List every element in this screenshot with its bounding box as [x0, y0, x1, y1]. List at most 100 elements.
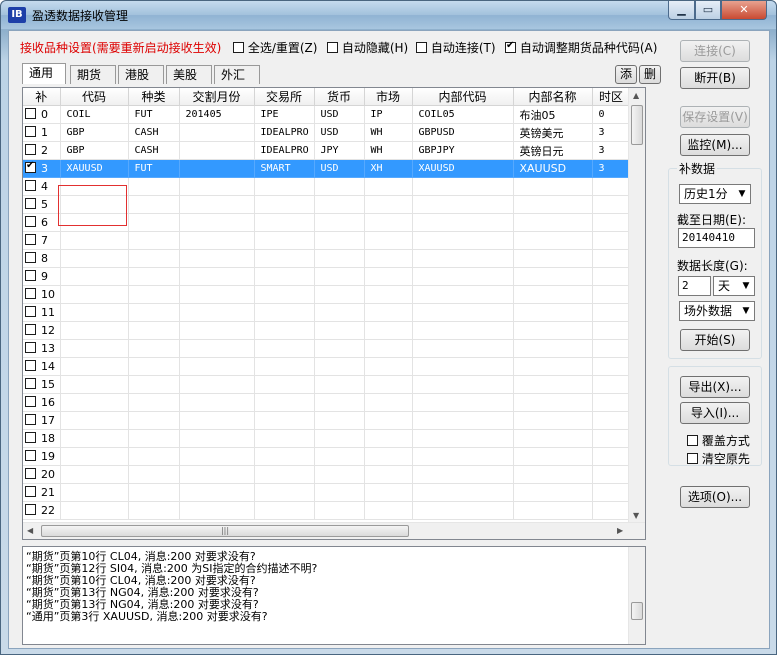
- table-row[interactable]: 1 GBP CASH IDEALPRO USD WH GBPUSD 英镑美元 3: [23, 123, 631, 142]
- cell-expiry[interactable]: [179, 375, 255, 394]
- row-checkbox[interactable]: [25, 450, 36, 461]
- auto-hide-checkbox[interactable]: [327, 42, 338, 53]
- cell-inner-name[interactable]: [513, 321, 593, 340]
- chevron-down-icon[interactable]: ▼: [738, 302, 754, 320]
- cell-type[interactable]: [128, 267, 180, 286]
- row-fill-cell[interactable]: 17: [23, 411, 61, 430]
- cell-code[interactable]: [60, 411, 129, 430]
- cell-currency[interactable]: [314, 339, 365, 358]
- cell-exchange[interactable]: [254, 213, 315, 232]
- cell-inner-code[interactable]: [412, 285, 514, 304]
- row-fill-cell[interactable]: 14: [23, 357, 61, 376]
- cell-exchange[interactable]: [254, 447, 315, 466]
- row-checkbox[interactable]: [25, 468, 36, 479]
- col-type[interactable]: 种类: [128, 88, 180, 106]
- row-checkbox[interactable]: [25, 360, 36, 371]
- cell-expiry[interactable]: [179, 303, 255, 322]
- cell-code[interactable]: [60, 429, 129, 448]
- cell-exchange[interactable]: [254, 357, 315, 376]
- cell-inner-name[interactable]: 布油05: [513, 105, 593, 124]
- cell-market[interactable]: [364, 195, 413, 214]
- cell-market[interactable]: [364, 285, 413, 304]
- cell-code[interactable]: [60, 393, 129, 412]
- cell-code[interactable]: [60, 447, 129, 466]
- col-exchange[interactable]: 交易所: [254, 88, 315, 106]
- cell-inner-name[interactable]: 英镑日元: [513, 141, 593, 160]
- vertical-scrollbar[interactable]: ▲ ▼: [628, 88, 645, 523]
- cell-exchange[interactable]: IDEALPRO: [254, 123, 315, 142]
- cell-inner-code[interactable]: [412, 213, 514, 232]
- cell-inner-code[interactable]: [412, 339, 514, 358]
- table-row[interactable]: 3XAUUSDFUTSMARTUSDXHXAUUSDXAUUSD3: [23, 159, 631, 178]
- col-inner-code[interactable]: 内部代码: [412, 88, 514, 106]
- cell-tz[interactable]: [592, 483, 631, 502]
- tab-hk-stocks[interactable]: 港股: [118, 65, 164, 84]
- row-fill-cell[interactable]: 9: [23, 267, 61, 286]
- cell-tz[interactable]: [592, 357, 631, 376]
- cell-type[interactable]: [128, 393, 180, 412]
- overwrite-check[interactable]: 覆盖方式: [687, 432, 750, 449]
- cell-inner-name[interactable]: 英镑美元: [513, 123, 593, 142]
- cell-expiry[interactable]: [179, 501, 255, 520]
- cell-expiry[interactable]: [179, 177, 255, 196]
- cell-code[interactable]: [60, 501, 129, 520]
- cell-inner-code[interactable]: COIL05: [412, 105, 514, 124]
- table-row[interactable]: 18: [23, 429, 631, 448]
- row-checkbox[interactable]: [25, 486, 36, 497]
- cell-currency[interactable]: [314, 177, 365, 196]
- cell-type[interactable]: [128, 303, 180, 322]
- cell-tz[interactable]: [592, 429, 631, 448]
- table-row[interactable]: 2 GBP CASH IDEALPRO JPY WH GBPJPY 英镑日元 3: [23, 141, 631, 160]
- cell-exchange[interactable]: [254, 393, 315, 412]
- scroll-right-icon[interactable]: ▶: [617, 526, 623, 535]
- cell-code[interactable]: [60, 267, 129, 286]
- cell-market[interactable]: [364, 411, 413, 430]
- cell-currency[interactable]: [314, 303, 365, 322]
- cell-tz[interactable]: 3: [592, 159, 631, 178]
- row-fill-cell[interactable]: 8: [23, 249, 61, 268]
- cell-expiry[interactable]: [179, 483, 255, 502]
- cell-market[interactable]: [364, 249, 413, 268]
- cell-type[interactable]: [128, 195, 180, 214]
- cell-inner-code[interactable]: [412, 411, 514, 430]
- cell-exchange[interactable]: [254, 285, 315, 304]
- cell-market[interactable]: [364, 303, 413, 322]
- cell-market[interactable]: [364, 465, 413, 484]
- cell-currency[interactable]: [314, 411, 365, 430]
- cell-tz[interactable]: [592, 249, 631, 268]
- col-market[interactable]: 市场: [364, 88, 413, 106]
- chevron-down-icon[interactable]: ▼: [734, 185, 750, 203]
- cell-type[interactable]: [128, 321, 180, 340]
- cell-exchange[interactable]: [254, 303, 315, 322]
- auto-hide-check[interactable]: 自动隐藏(H): [327, 39, 408, 56]
- cell-code[interactable]: [60, 483, 129, 502]
- cell-currency[interactable]: [314, 393, 365, 412]
- cell-type[interactable]: [128, 465, 180, 484]
- cell-tz[interactable]: 3: [592, 123, 631, 142]
- cell-currency[interactable]: [314, 285, 365, 304]
- cell-currency[interactable]: [314, 447, 365, 466]
- select-all-checkbox[interactable]: [233, 42, 244, 53]
- scroll-up-icon[interactable]: ▲: [633, 91, 639, 100]
- cell-currency[interactable]: [314, 375, 365, 394]
- cell-exchange[interactable]: [254, 501, 315, 520]
- cell-inner-name[interactable]: XAUUSD: [513, 159, 593, 178]
- row-fill-cell[interactable]: 20: [23, 465, 61, 484]
- cell-type[interactable]: [128, 357, 180, 376]
- close-button[interactable]: ✕: [721, 1, 767, 20]
- cell-expiry[interactable]: [179, 321, 255, 340]
- cell-tz[interactable]: [592, 213, 631, 232]
- row-checkbox[interactable]: [25, 414, 36, 425]
- cell-expiry[interactable]: 201405: [179, 105, 255, 124]
- cell-inner-name[interactable]: [513, 177, 593, 196]
- cell-type[interactable]: [128, 447, 180, 466]
- cell-expiry[interactable]: [179, 195, 255, 214]
- row-fill-cell[interactable]: 7: [23, 231, 61, 250]
- cell-inner-name[interactable]: [513, 375, 593, 394]
- cell-inner-name[interactable]: [513, 393, 593, 412]
- row-fill-cell[interactable]: 11: [23, 303, 61, 322]
- row-checkbox[interactable]: [25, 234, 36, 245]
- cell-inner-code[interactable]: XAUUSD: [412, 159, 514, 178]
- horizontal-scroll-thumb[interactable]: |||: [41, 525, 409, 537]
- options-button[interactable]: 选项(O)...: [680, 486, 750, 508]
